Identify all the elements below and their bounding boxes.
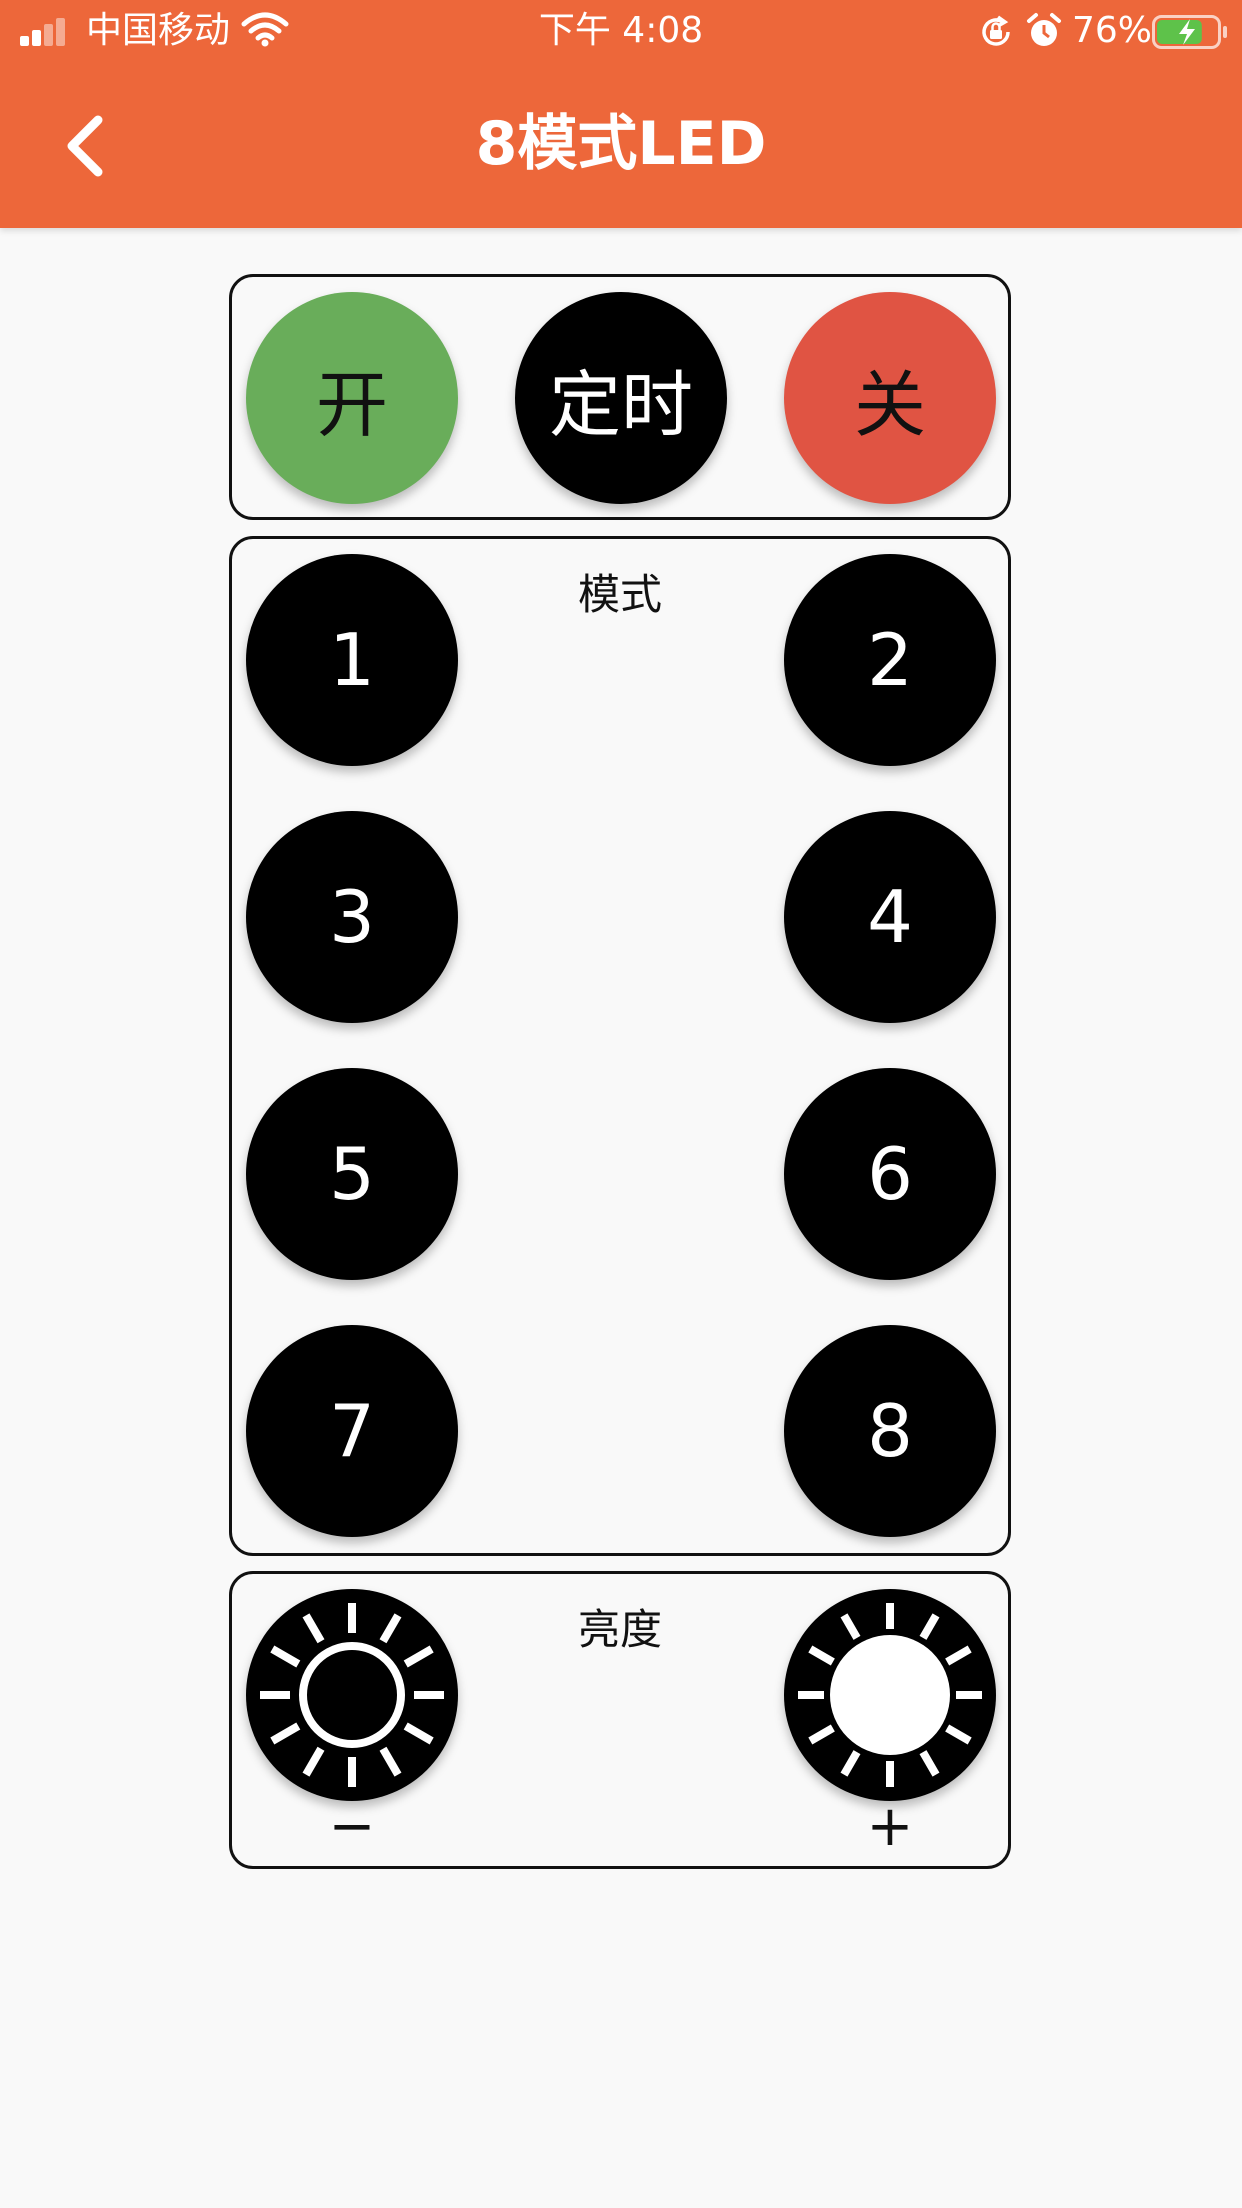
sun-ray: [302, 1746, 325, 1777]
sun-ray: [945, 1724, 972, 1745]
sun-ray: [840, 1750, 861, 1777]
mode-2-button[interactable]: 2: [784, 554, 996, 766]
mode-4-button[interactable]: 4: [784, 811, 996, 1023]
battery-percent: 76%: [1072, 10, 1153, 51]
power-off-button[interactable]: 关: [784, 292, 996, 504]
sun-ray: [403, 1645, 434, 1668]
minus-label: −: [328, 1794, 376, 1859]
app-header: 中国移动 下午 4:08 76% 8模式LED: [0, 0, 1242, 228]
sun-ray: [919, 1750, 940, 1777]
sun-ray: [379, 1746, 402, 1777]
power-group: 开 定时 关: [229, 274, 1011, 520]
timer-button[interactable]: 定时: [515, 292, 727, 504]
sun-ray: [945, 1645, 972, 1666]
sun-ray: [302, 1613, 325, 1644]
mode-1-button[interactable]: 1: [246, 554, 458, 766]
plus-label: +: [866, 1794, 914, 1859]
sun-ray: [379, 1613, 402, 1644]
alarm-icon: [1027, 13, 1061, 46]
sun-ray: [403, 1722, 434, 1745]
mode-7-button[interactable]: 7: [246, 1325, 458, 1537]
brightness-group: 亮度 − +: [229, 1571, 1011, 1869]
rotation-lock-icon: [982, 15, 1010, 46]
sun-ray: [270, 1722, 301, 1745]
brightness-increase-button[interactable]: [784, 1589, 996, 1801]
sun-filled-icon: [798, 1603, 982, 1787]
sun-ray: [808, 1645, 835, 1666]
mode-5-button[interactable]: 5: [246, 1068, 458, 1280]
sun-outline-icon: [260, 1603, 444, 1787]
sun-ray: [808, 1724, 835, 1745]
mode-group: 模式 1 2 3 4 5 6 7 8: [229, 536, 1011, 1556]
sun-ray: [919, 1613, 940, 1640]
page-title: 8模式LED: [475, 109, 767, 179]
mode-6-button[interactable]: 6: [784, 1068, 996, 1280]
mode-8-button[interactable]: 8: [784, 1325, 996, 1537]
battery-charging-icon: [1152, 15, 1227, 49]
mode-3-button[interactable]: 3: [246, 811, 458, 1023]
power-on-button[interactable]: 开: [246, 292, 458, 504]
sun-ray: [840, 1613, 861, 1640]
brightness-decrease-button[interactable]: [246, 1589, 458, 1801]
sun-ray: [270, 1645, 301, 1668]
status-bar: 中国移动 下午 4:08 76%: [0, 0, 1242, 62]
